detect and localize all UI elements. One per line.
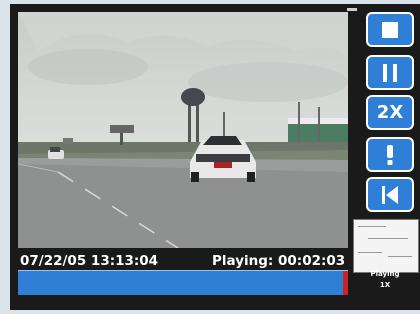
progress-marker[interactable] xyxy=(343,271,348,295)
video-player: 2X Playing 1X 07/22/05 13:13:04 Playing:… xyxy=(10,4,420,310)
speed-value: 1X xyxy=(379,281,391,289)
timestamp: 07/22/05 13:13:04 xyxy=(20,253,159,269)
playing-time: Playing: 00:02:03 xyxy=(212,253,346,269)
stop-icon xyxy=(382,21,398,38)
video-frame xyxy=(18,12,348,248)
skip-back-icon xyxy=(382,185,398,204)
pause-button[interactable] xyxy=(366,55,414,90)
alert-button[interactable] xyxy=(366,137,414,172)
exclamation-icon xyxy=(387,144,393,165)
speed-2x-button[interactable]: 2X xyxy=(366,95,414,130)
skip-back-button[interactable] xyxy=(366,177,414,212)
speed-2x-label: 2X xyxy=(376,102,404,123)
pause-icon xyxy=(383,63,397,82)
window-handle xyxy=(347,8,357,11)
status-label: Playing xyxy=(370,270,400,278)
road-scene xyxy=(18,12,348,248)
progress-bar[interactable] xyxy=(18,270,348,295)
stop-button[interactable] xyxy=(366,12,414,47)
info-panel xyxy=(353,219,419,273)
